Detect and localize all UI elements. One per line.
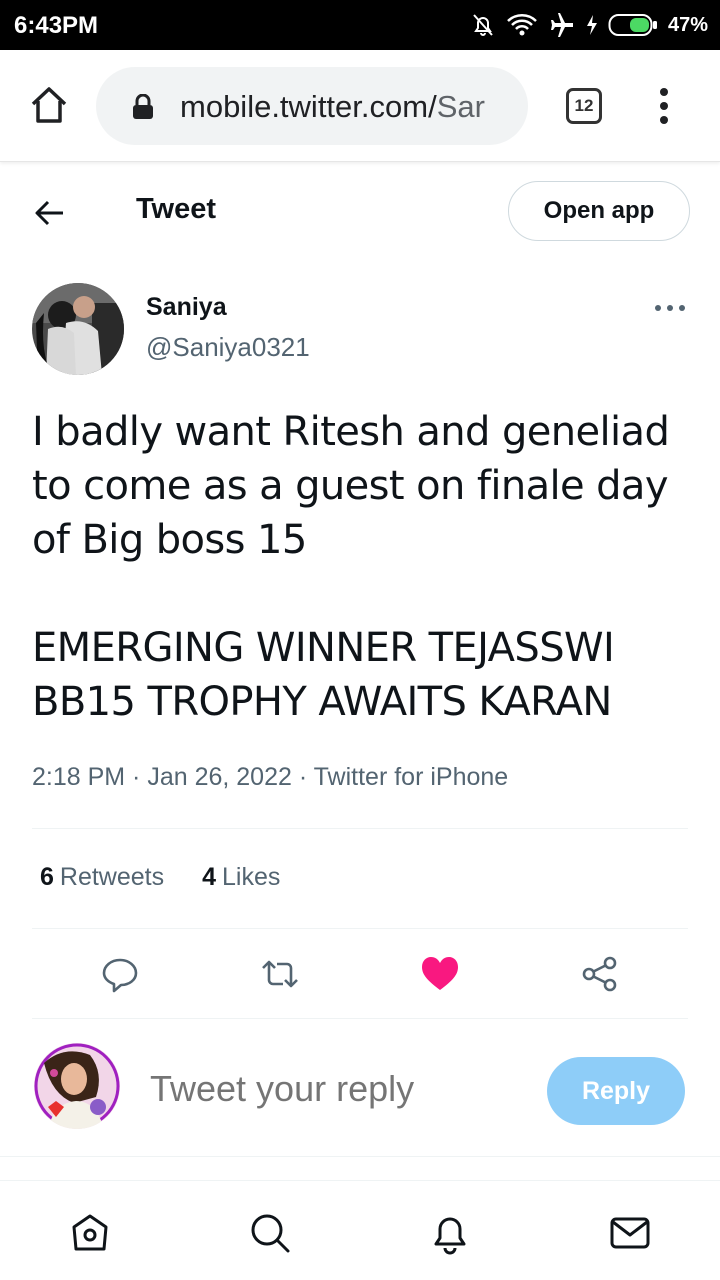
airplane-icon: [550, 13, 573, 37]
tweet-paragraph: EMERGING WINNER TEJASSWI BB15 TROPHY AWA…: [32, 625, 615, 725]
divider: [0, 1156, 720, 1157]
page-title: Tweet: [136, 193, 217, 225]
bell-icon: [434, 1217, 466, 1255]
url-main: mobile.twitter.com/: [180, 89, 437, 124]
more-options-button[interactable]: [650, 298, 690, 318]
author-avatar[interactable]: [32, 283, 124, 375]
divider: [32, 928, 688, 929]
nav-search[interactable]: [248, 1211, 292, 1255]
address-bar[interactable]: mobile.twitter.com/Sar: [96, 67, 528, 145]
back-button[interactable]: [30, 193, 70, 233]
reply-input[interactable]: [150, 1068, 530, 1110]
divider: [32, 828, 688, 829]
page-header: Tweet Open app: [0, 163, 720, 259]
reply-button[interactable]: Reply: [547, 1057, 685, 1125]
tab-switcher-button[interactable]: 12: [566, 88, 602, 124]
url-text: mobile.twitter.com/Sar: [180, 89, 485, 125]
battery-percent: 47%: [667, 13, 708, 36]
author-handle[interactable]: @Saniya0321: [146, 332, 310, 363]
tweet-text: I badly want Ritesh and geneliad to come…: [32, 405, 692, 729]
bottom-nav: [0, 1180, 720, 1280]
share-action[interactable]: [580, 954, 620, 994]
open-app-button[interactable]: Open app: [508, 181, 690, 241]
bell-off-icon: [473, 14, 493, 36]
tweet-timestamp[interactable]: 2:18 PM · Jan 26, 2022 · Twitter for iPh…: [32, 763, 508, 792]
browser-toolbar: mobile.twitter.com/Sar 12: [0, 50, 720, 162]
tweet-stats: 6 Retweets 4 Likes: [40, 863, 280, 892]
retweets-label: Retweets: [59, 863, 165, 891]
user-avatar[interactable]: [34, 1043, 120, 1129]
status-time: 6:43PM: [14, 12, 99, 39]
retweets-count: 6: [40, 863, 54, 891]
browser-home-button[interactable]: [28, 84, 70, 126]
charging-icon: [586, 15, 597, 35]
mail-icon: [610, 1217, 650, 1249]
divider: [32, 1018, 688, 1019]
lock-icon[interactable]: [132, 94, 154, 120]
author-avatar-image: [32, 283, 124, 375]
like-action[interactable]: [420, 954, 460, 994]
more-horizontal-icon: [655, 305, 685, 311]
search-icon: [251, 1214, 290, 1253]
battery-icon: [608, 14, 657, 36]
author-name[interactable]: Saniya: [146, 293, 227, 322]
nav-notifications[interactable]: [428, 1211, 472, 1255]
url-faded: Sar: [436, 89, 485, 124]
status-icons: 47%: [470, 10, 708, 40]
retweet-action[interactable]: [259, 954, 299, 994]
retweets-stat[interactable]: 6 Retweets: [40, 863, 164, 892]
share-icon: [582, 956, 617, 992]
status-bar: 6:43PM 47%: [0, 0, 720, 50]
reply-action[interactable]: [100, 954, 140, 994]
home-icon: [31, 87, 67, 123]
likes-label: Likes: [222, 863, 281, 891]
tweet-actions: [0, 948, 720, 1000]
tweet-paragraph: I badly want Ritesh and geneliad to come…: [32, 409, 670, 563]
nav-home[interactable]: [68, 1211, 112, 1255]
wifi-icon: [507, 14, 537, 36]
likes-count: 4: [202, 863, 217, 891]
back-arrow-icon: [35, 200, 63, 226]
retweet-icon: [262, 960, 298, 988]
kebab-menu-icon: [660, 88, 668, 124]
likes-stat[interactable]: 4 Likes: [202, 863, 280, 892]
heart-filled-icon: [422, 957, 458, 990]
user-avatar-image: [34, 1043, 120, 1129]
comment-icon: [102, 958, 138, 993]
nav-messages[interactable]: [608, 1211, 652, 1255]
browser-menu-button[interactable]: [654, 86, 674, 126]
home-icon: [72, 1214, 108, 1251]
